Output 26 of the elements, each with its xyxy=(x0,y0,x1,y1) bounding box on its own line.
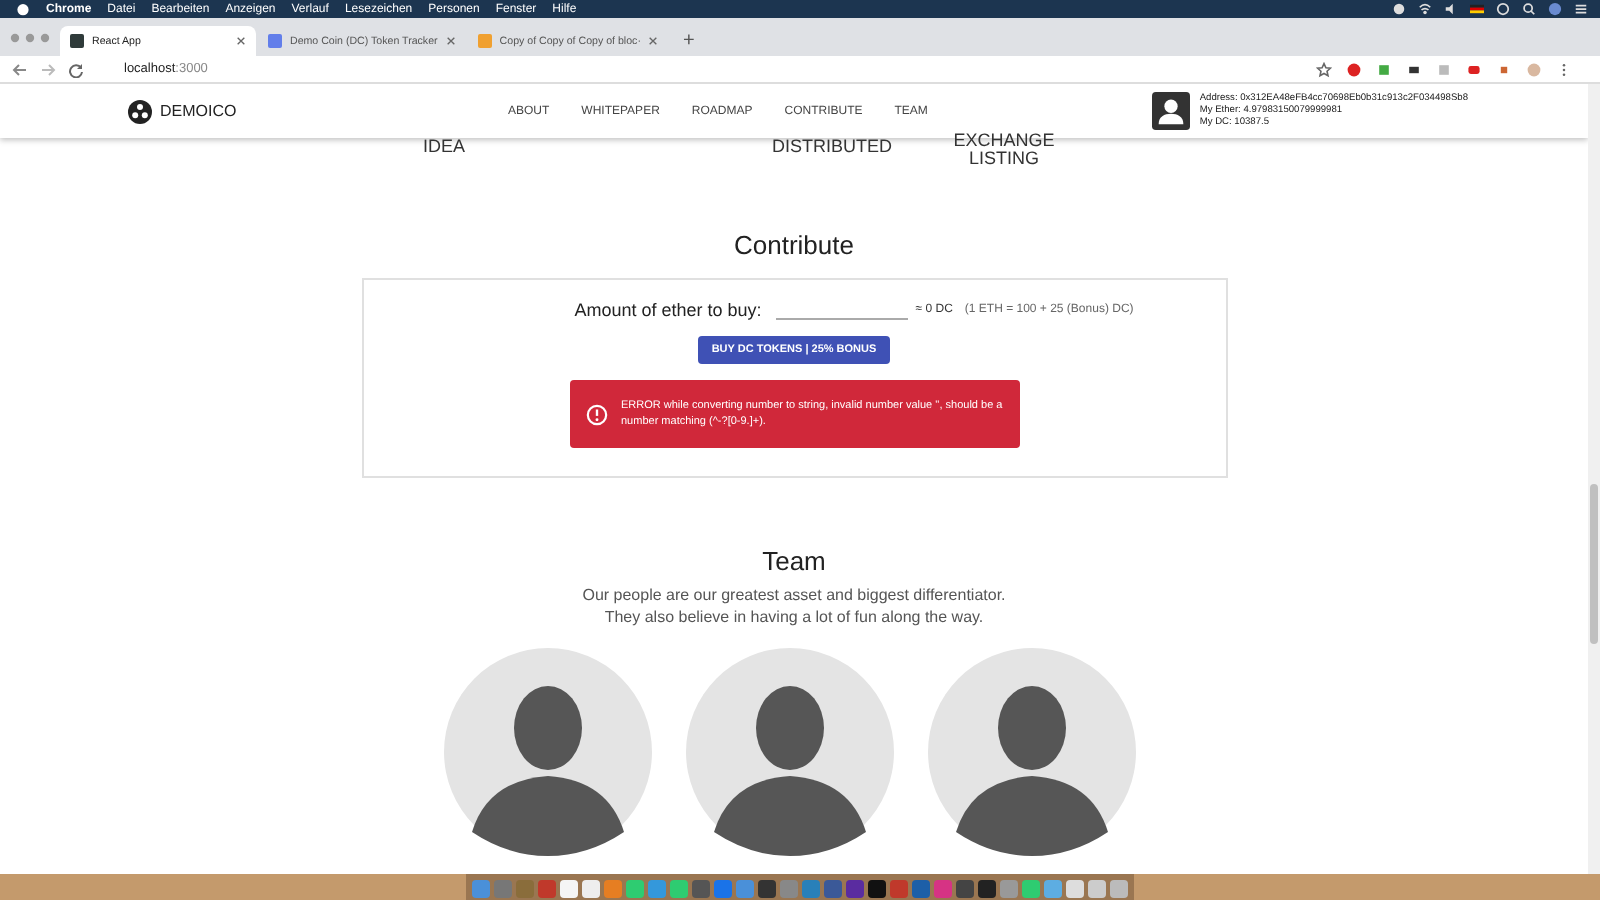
close-icon[interactable] xyxy=(445,36,456,46)
close-icon[interactable] xyxy=(236,36,246,46)
flag-icon[interactable] xyxy=(1470,2,1484,16)
logo-icon[interactable] xyxy=(128,99,152,123)
reload-icon[interactable] xyxy=(68,61,84,77)
roadmap-label: DISTRIBUTED xyxy=(771,138,892,156)
error-icon xyxy=(585,403,607,425)
user-avatar-icon xyxy=(1151,92,1190,130)
roadmap-label: EXCHANGE xyxy=(953,132,1055,150)
logo-text[interactable]: DEMOICO xyxy=(160,102,237,120)
section-title: Contribute xyxy=(734,230,854,262)
star-icon[interactable] xyxy=(1316,61,1332,77)
wifi-icon[interactable] xyxy=(1418,2,1432,16)
team-description: Our people are our greatest asset and biggest differentiator. xyxy=(582,584,1006,606)
list-icon[interactable] xyxy=(1574,2,1588,16)
back-icon[interactable] xyxy=(12,61,28,77)
forward-icon[interactable] xyxy=(40,61,56,77)
roadmap-label: IDEA xyxy=(422,138,465,156)
search-icon[interactable] xyxy=(1522,2,1536,16)
close-icon[interactable] xyxy=(648,36,659,46)
window-controls-icon[interactable] xyxy=(10,31,50,43)
team-description: They also believe in having a lot of fun along the way. xyxy=(604,606,984,628)
roadmap-label: LISTING xyxy=(968,150,1039,168)
new-tab-button[interactable]: + xyxy=(670,26,707,56)
amount-label: Amount of ether to buy: xyxy=(574,299,762,319)
section-title: Team xyxy=(762,546,826,578)
